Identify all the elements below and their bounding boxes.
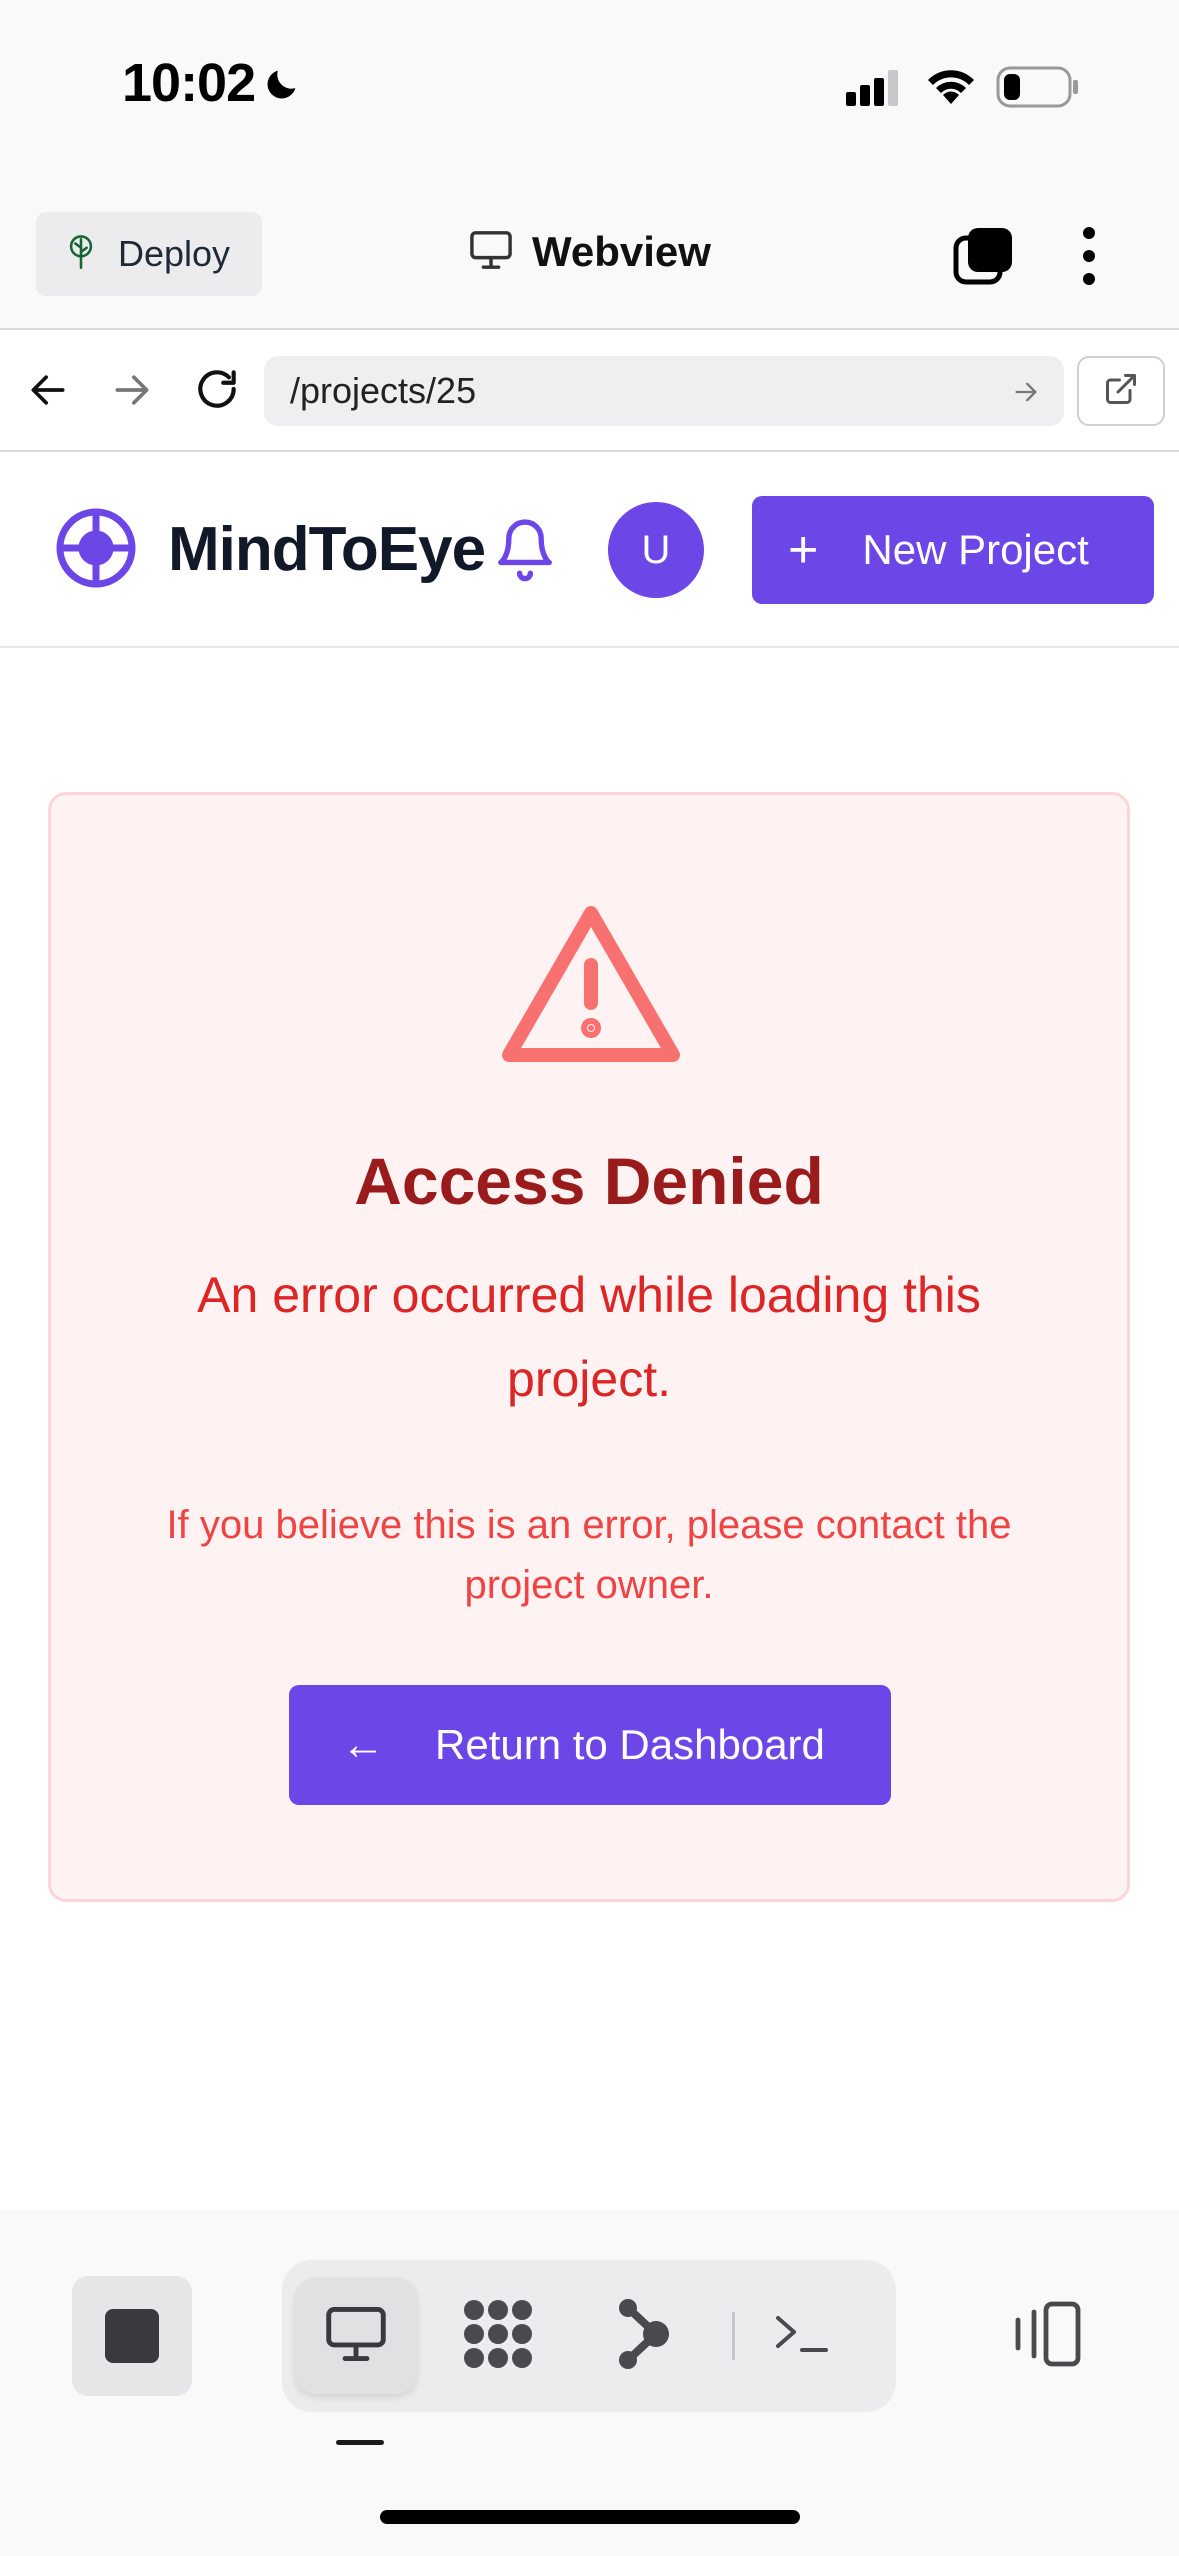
branch-tool-button[interactable] xyxy=(582,2278,702,2394)
status-time: 10:02 xyxy=(122,53,256,113)
bottom-toolbar xyxy=(0,2210,1179,2556)
device-switch-icon[interactable] xyxy=(1006,2300,1086,2373)
url-field[interactable]: /projects/25 xyxy=(264,356,1064,426)
brand-name[interactable]: MindToEye xyxy=(168,514,486,585)
monitor-icon xyxy=(468,229,514,276)
grid-tool-button[interactable] xyxy=(438,2278,558,2394)
more-options-icon[interactable] xyxy=(1076,224,1102,293)
go-arrow-icon[interactable] xyxy=(1012,378,1040,411)
new-project-label: New Project xyxy=(862,526,1089,573)
error-message: An error occurred while loading this pro… xyxy=(197,1267,981,1407)
reload-icon[interactable] xyxy=(192,364,242,419)
arrow-left-icon: ← xyxy=(341,1720,385,1769)
terminal-tool-button[interactable] xyxy=(742,2278,862,2394)
tool-group xyxy=(282,2260,896,2412)
monitor-icon xyxy=(323,2304,389,2369)
error-hint: If you believe this is an error, please … xyxy=(166,1503,1012,1607)
grid-dots-icon xyxy=(460,2298,536,2375)
webview-title: Webview xyxy=(468,228,711,276)
avatar-initial: U xyxy=(641,527,671,572)
toolbar-divider xyxy=(732,2312,735,2360)
stop-button[interactable] xyxy=(72,2276,192,2396)
deploy-label: Deploy xyxy=(118,233,231,274)
stop-icon xyxy=(105,2309,159,2363)
branch-icon xyxy=(614,2298,670,2375)
tree-icon xyxy=(64,233,98,276)
access-denied-card: Access Denied An error occurred while lo… xyxy=(48,792,1130,1902)
external-link-icon xyxy=(1103,371,1139,412)
app-header: Deploy Webview xyxy=(0,180,1179,330)
moon-icon xyxy=(262,64,302,109)
plus-icon: + xyxy=(788,521,819,579)
tabs-icon[interactable] xyxy=(952,224,1016,293)
logo-icon[interactable] xyxy=(54,506,138,595)
active-tab-indicator xyxy=(336,2440,384,2445)
error-title: Access Denied xyxy=(354,1144,824,1218)
url-text: /projects/25 xyxy=(290,370,477,411)
terminal-icon xyxy=(772,2309,832,2364)
browser-bar: /projects/25 xyxy=(0,330,1179,452)
open-external-button[interactable] xyxy=(1077,356,1165,426)
back-arrow-icon[interactable] xyxy=(26,368,70,417)
warning-icon xyxy=(501,903,681,1074)
webview-tool-button[interactable] xyxy=(296,2278,416,2394)
forward-arrow-icon[interactable] xyxy=(110,368,154,417)
cellular-signal-icon xyxy=(846,70,902,113)
avatar[interactable]: U xyxy=(608,502,704,598)
return-to-dashboard-button[interactable]: ← Return to Dashboard xyxy=(289,1685,891,1805)
deploy-button[interactable]: Deploy xyxy=(36,212,262,296)
wifi-icon xyxy=(924,64,978,111)
return-to-dashboard-label: Return to Dashboard xyxy=(435,1721,825,1768)
battery-icon xyxy=(996,66,1080,113)
home-indicator xyxy=(380,2510,800,2524)
status-bar: 10:02 xyxy=(0,0,1179,180)
webview-label: Webview xyxy=(532,228,711,275)
bell-icon[interactable] xyxy=(492,514,558,589)
new-project-button[interactable]: + New Project xyxy=(752,496,1154,604)
site-header: MindToEye U + New Project xyxy=(0,452,1179,648)
